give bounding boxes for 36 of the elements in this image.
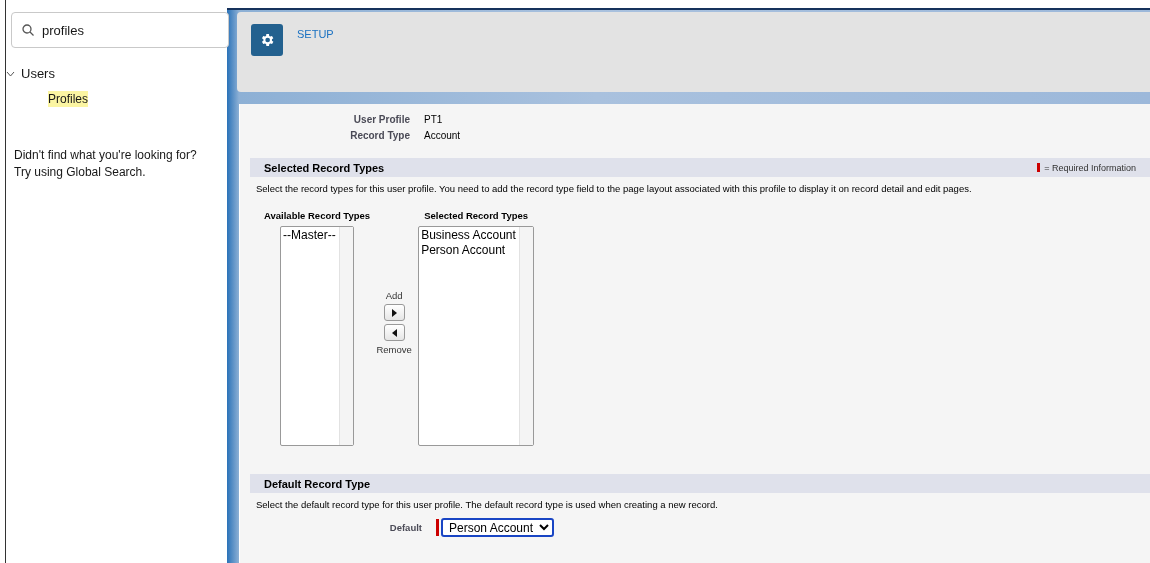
triangle-right-icon xyxy=(391,308,397,317)
list-title: Available Record Types xyxy=(264,210,371,221)
tree-item[interactable]: Profiles xyxy=(48,91,88,107)
default-select[interactable]: Person Account xyxy=(441,518,554,537)
selected-list[interactable]: Business Account Person Account xyxy=(418,226,535,446)
search-field[interactable]: profiles xyxy=(11,12,229,48)
section-title: Selected Record Types xyxy=(264,161,385,174)
gear-icon xyxy=(251,24,283,56)
scrollbar[interactable] xyxy=(339,227,354,445)
header-title: SETUP xyxy=(297,28,334,40)
scrollbar[interactable] xyxy=(519,227,534,445)
add-button[interactable] xyxy=(383,304,405,321)
search-icon xyxy=(22,24,34,36)
detail-label: User Profile xyxy=(352,113,410,127)
list-option[interactable]: --Master-- xyxy=(283,228,338,243)
help-text: Didn't find what you're looking for? xyxy=(14,147,198,164)
remove-button[interactable] xyxy=(383,324,405,341)
add-label: Add xyxy=(385,290,403,301)
tree-item[interactable]: Users xyxy=(21,66,55,81)
chevron-down-icon[interactable] xyxy=(6,70,15,77)
section-description: Select the default record type for this user profile. The default record type is used when creating a new record. xyxy=(255,498,719,510)
detail-value: Account xyxy=(424,129,462,143)
list-title: Selected Record Types xyxy=(424,210,529,221)
available-list[interactable]: --Master-- xyxy=(280,226,355,446)
list-option[interactable]: Business Account xyxy=(421,228,518,243)
required-marker xyxy=(1037,163,1041,172)
detail-label: Record Type xyxy=(349,129,410,143)
section-title: Default Record Type xyxy=(264,477,371,490)
section-description: Select the record types for this user profile. You need to add the record type field to the page layout associated with this profile to display it on record detail and edit pages. xyxy=(255,182,973,194)
help-text: Try using Global Search. xyxy=(14,164,147,181)
list-option[interactable]: Person Account xyxy=(421,243,518,258)
legend-text: = Required Information xyxy=(1044,162,1136,173)
field-label: Default xyxy=(388,522,422,533)
detail-value: PT1 xyxy=(424,113,444,127)
triangle-left-icon xyxy=(391,328,397,337)
remove-label: Remove xyxy=(376,344,412,355)
